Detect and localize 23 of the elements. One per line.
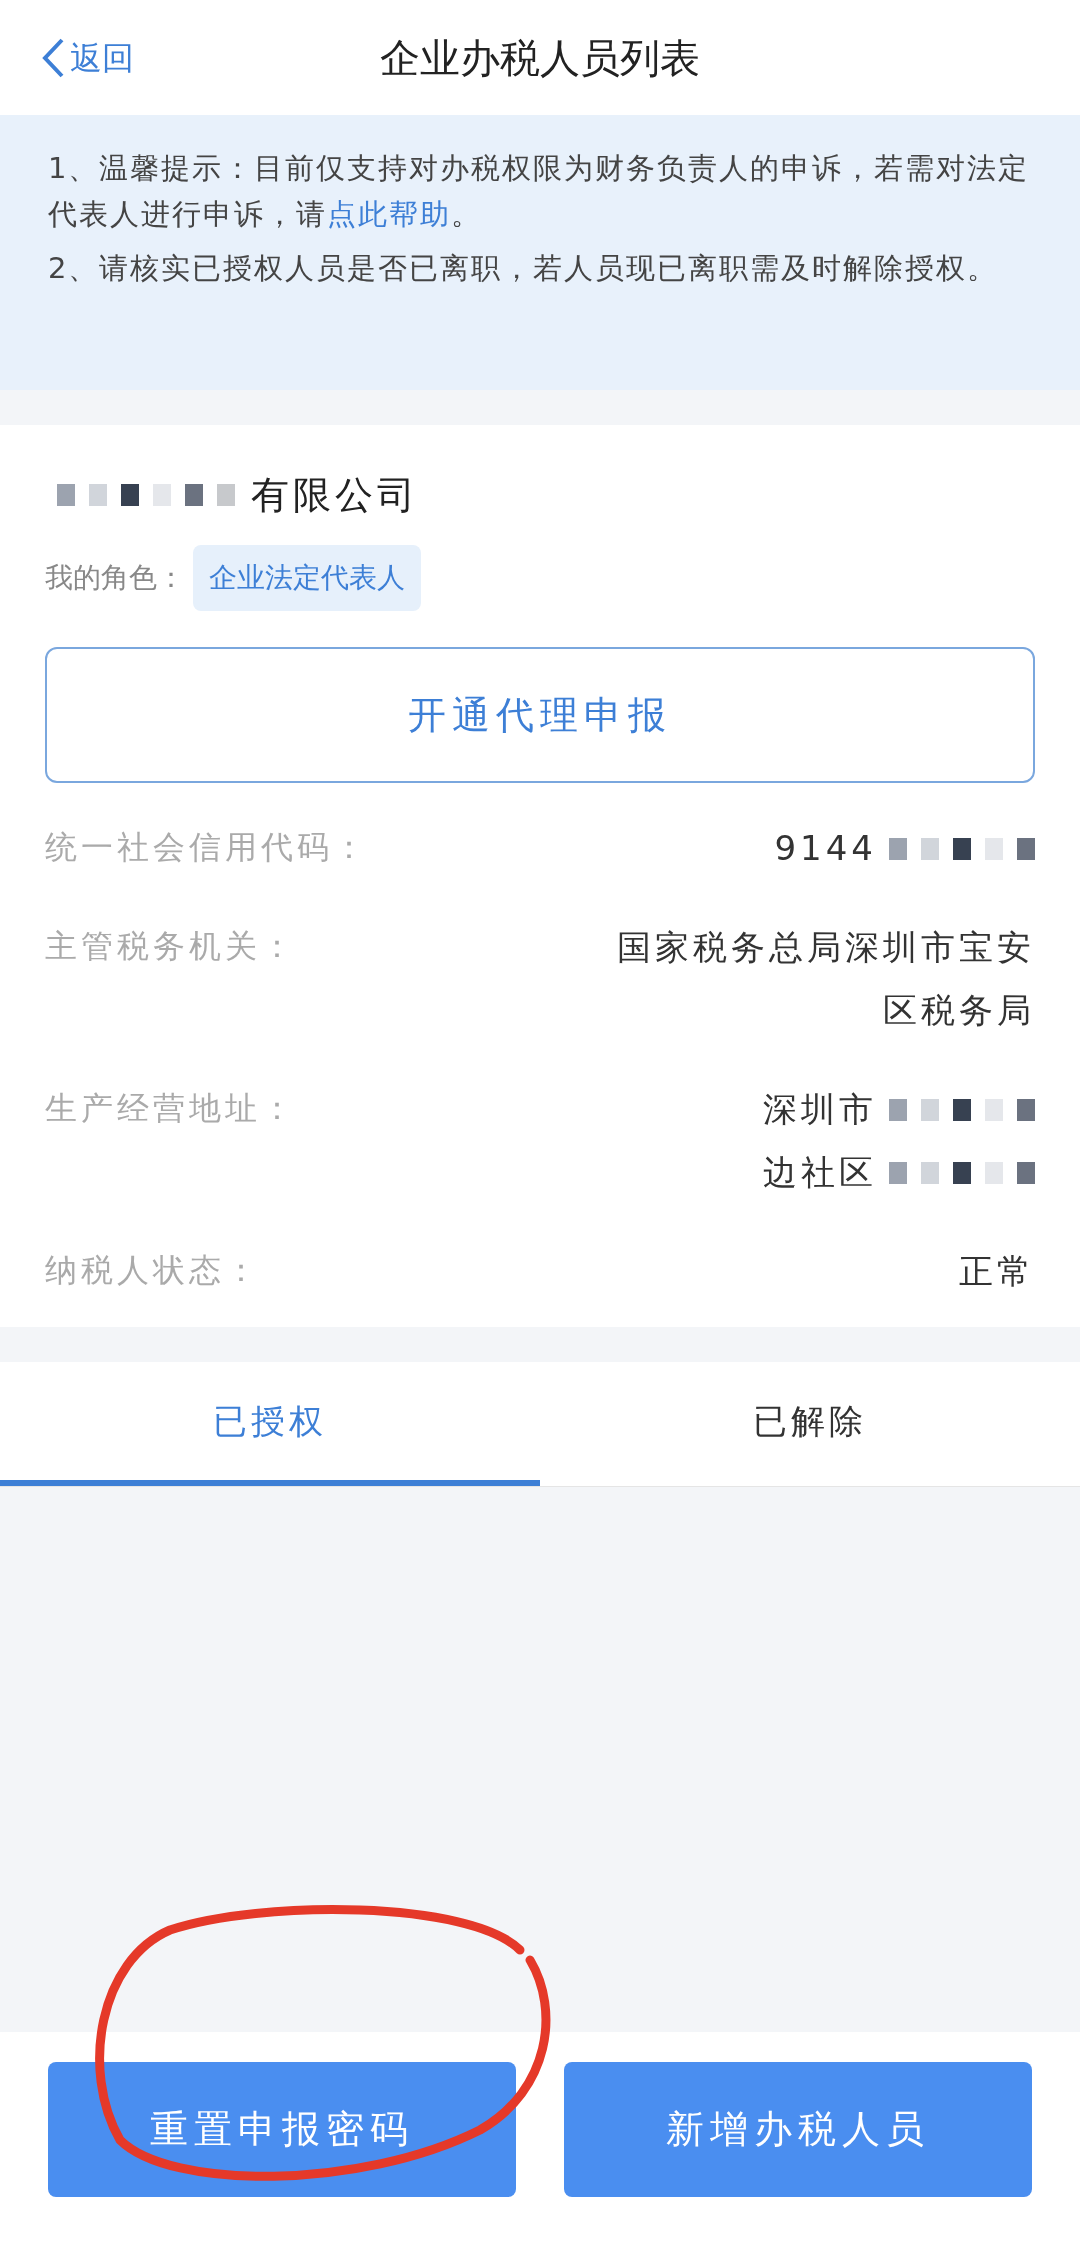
field-label: 纳税人状态： [45,1250,261,1291]
field-label: 生产经营地址： [45,1088,297,1129]
notice-text: 1、温馨提示：目前仅支持对办税权限为财务负责人的申诉，若需对法定代表人进行申诉，请点此帮助。 [48,150,1031,233]
field-value: 正常 [959,1250,1035,1293]
action-button[interactable]: 新增办税人员 [564,2062,1032,2197]
back-button[interactable]: 返回 [40,33,134,82]
tab[interactable]: 已授权 [0,1362,540,1486]
page-title: 企业办税人员列表 [380,33,700,83]
field-value: 国家税务总局深圳市宝安 [617,926,1035,969]
role-tag: 企业法定代表人 [193,545,421,611]
field-label: 主管税务机关： [45,926,297,967]
field-value: 边社区 [763,1151,877,1194]
role-label: 我的角色： [45,560,185,596]
open-agent-button[interactable]: 开通代理申报 [45,647,1035,783]
company-name: 有限公司 [251,471,419,519]
field-label: 统一社会信用代码： [45,827,369,868]
field-value: 深圳市 [763,1088,877,1131]
action-button[interactable]: 重置申报密码 [48,2062,516,2197]
notice-text: 2、请核实已授权人员是否已离职，若人员现已离职需及时解除授权。 [48,250,1000,287]
field-value: 区税务局 [883,989,1035,1032]
field-value: 9144 [774,827,877,870]
help-link[interactable]: 点此帮助 [327,197,451,231]
tab[interactable]: 已解除 [540,1362,1080,1486]
